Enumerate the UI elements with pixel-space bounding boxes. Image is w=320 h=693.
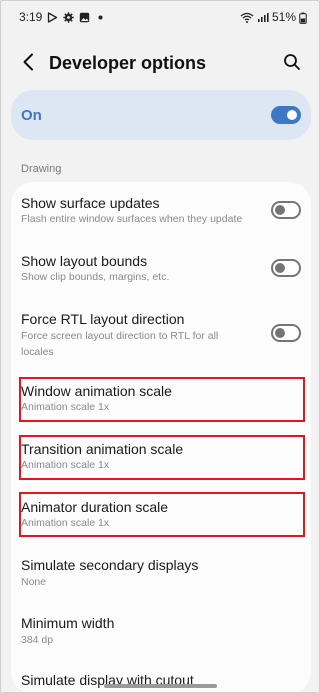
setting-force-rtl[interactable]: Force RTL layout direction Force screen … xyxy=(11,298,311,370)
setting-title: Show layout bounds xyxy=(21,253,148,269)
back-icon xyxy=(22,53,34,76)
setting-show-layout-bounds[interactable]: Show layout bounds Show clip bounds, mar… xyxy=(11,240,311,298)
show-layout-bounds-toggle[interactable] xyxy=(271,259,301,277)
search-button[interactable] xyxy=(281,53,303,75)
back-button[interactable] xyxy=(17,53,39,75)
show-surface-updates-toggle[interactable] xyxy=(271,201,301,219)
setting-subtitle: Flash entire window surfaces when they u… xyxy=(21,213,243,225)
setting-window-animation-scale[interactable]: Window animation scale Animation scale 1… xyxy=(11,370,311,428)
battery-percent: 51% xyxy=(271,10,296,24)
setting-animator-duration-scale[interactable]: Animator duration scale Animation scale … xyxy=(11,486,311,544)
wifi-icon xyxy=(240,12,254,23)
setting-subtitle: 384 dp xyxy=(21,634,54,646)
gallery-icon xyxy=(79,12,90,23)
toggle-knob xyxy=(287,110,297,120)
toggle-knob xyxy=(275,205,285,215)
status-time: 3:19 xyxy=(19,10,43,24)
battery-icon xyxy=(299,12,307,24)
dot-icon xyxy=(95,12,106,23)
setting-transition-animation-scale[interactable]: Transition animation scale Animation sca… xyxy=(11,428,311,486)
setting-subtitle: Animation scale 1x xyxy=(21,517,110,529)
signal-icon xyxy=(257,12,269,23)
search-icon xyxy=(283,53,301,76)
screen: 3:19 51% Developer options On Drawing Sh… xyxy=(0,0,320,693)
status-left: 3:19 xyxy=(19,10,106,24)
page-title: Developer options xyxy=(49,53,207,73)
master-switch-label: On xyxy=(21,106,42,124)
setting-show-surface-updates[interactable]: Show surface updates Flash entire window… xyxy=(11,182,311,240)
setting-title: Show surface updates xyxy=(21,195,160,211)
setting-simulate-display-cutout[interactable]: Simulate display with cutout xyxy=(11,660,311,692)
toggle-knob xyxy=(275,328,285,338)
setting-simulate-secondary-displays[interactable]: Simulate secondary displays None xyxy=(11,544,311,602)
settings-list: Show surface updates Flash entire window… xyxy=(11,182,311,692)
play-store-icon xyxy=(47,11,58,23)
force-rtl-toggle[interactable] xyxy=(271,324,301,342)
gesture-navigation-handle[interactable] xyxy=(104,684,217,688)
setting-subtitle: Show clip bounds, margins, etc. xyxy=(21,271,170,283)
setting-subtitle: Force screen layout direction to RTL for… xyxy=(21,330,219,358)
developer-options-master-switch[interactable]: On xyxy=(11,90,311,140)
setting-title: Minimum width xyxy=(21,615,115,631)
gear-icon xyxy=(63,11,75,23)
setting-minimum-width[interactable]: Minimum width 384 dp xyxy=(11,602,311,660)
setting-title: Transition animation scale xyxy=(21,441,184,457)
setting-title: Window animation scale xyxy=(21,383,172,399)
status-bar: 3:19 51% xyxy=(1,1,319,33)
setting-title: Force RTL layout direction xyxy=(21,311,185,327)
setting-subtitle: Animation scale 1x xyxy=(21,401,110,413)
status-right: 51% xyxy=(240,10,307,24)
setting-title: Simulate secondary displays xyxy=(21,557,199,573)
setting-subtitle: Animation scale 1x xyxy=(21,459,110,471)
setting-title: Animator duration scale xyxy=(21,499,169,515)
toggle-knob xyxy=(275,263,285,273)
app-header: Developer options xyxy=(1,45,319,85)
master-toggle[interactable] xyxy=(271,106,301,124)
section-header-drawing: Drawing xyxy=(21,163,62,175)
setting-subtitle: None xyxy=(21,576,47,588)
